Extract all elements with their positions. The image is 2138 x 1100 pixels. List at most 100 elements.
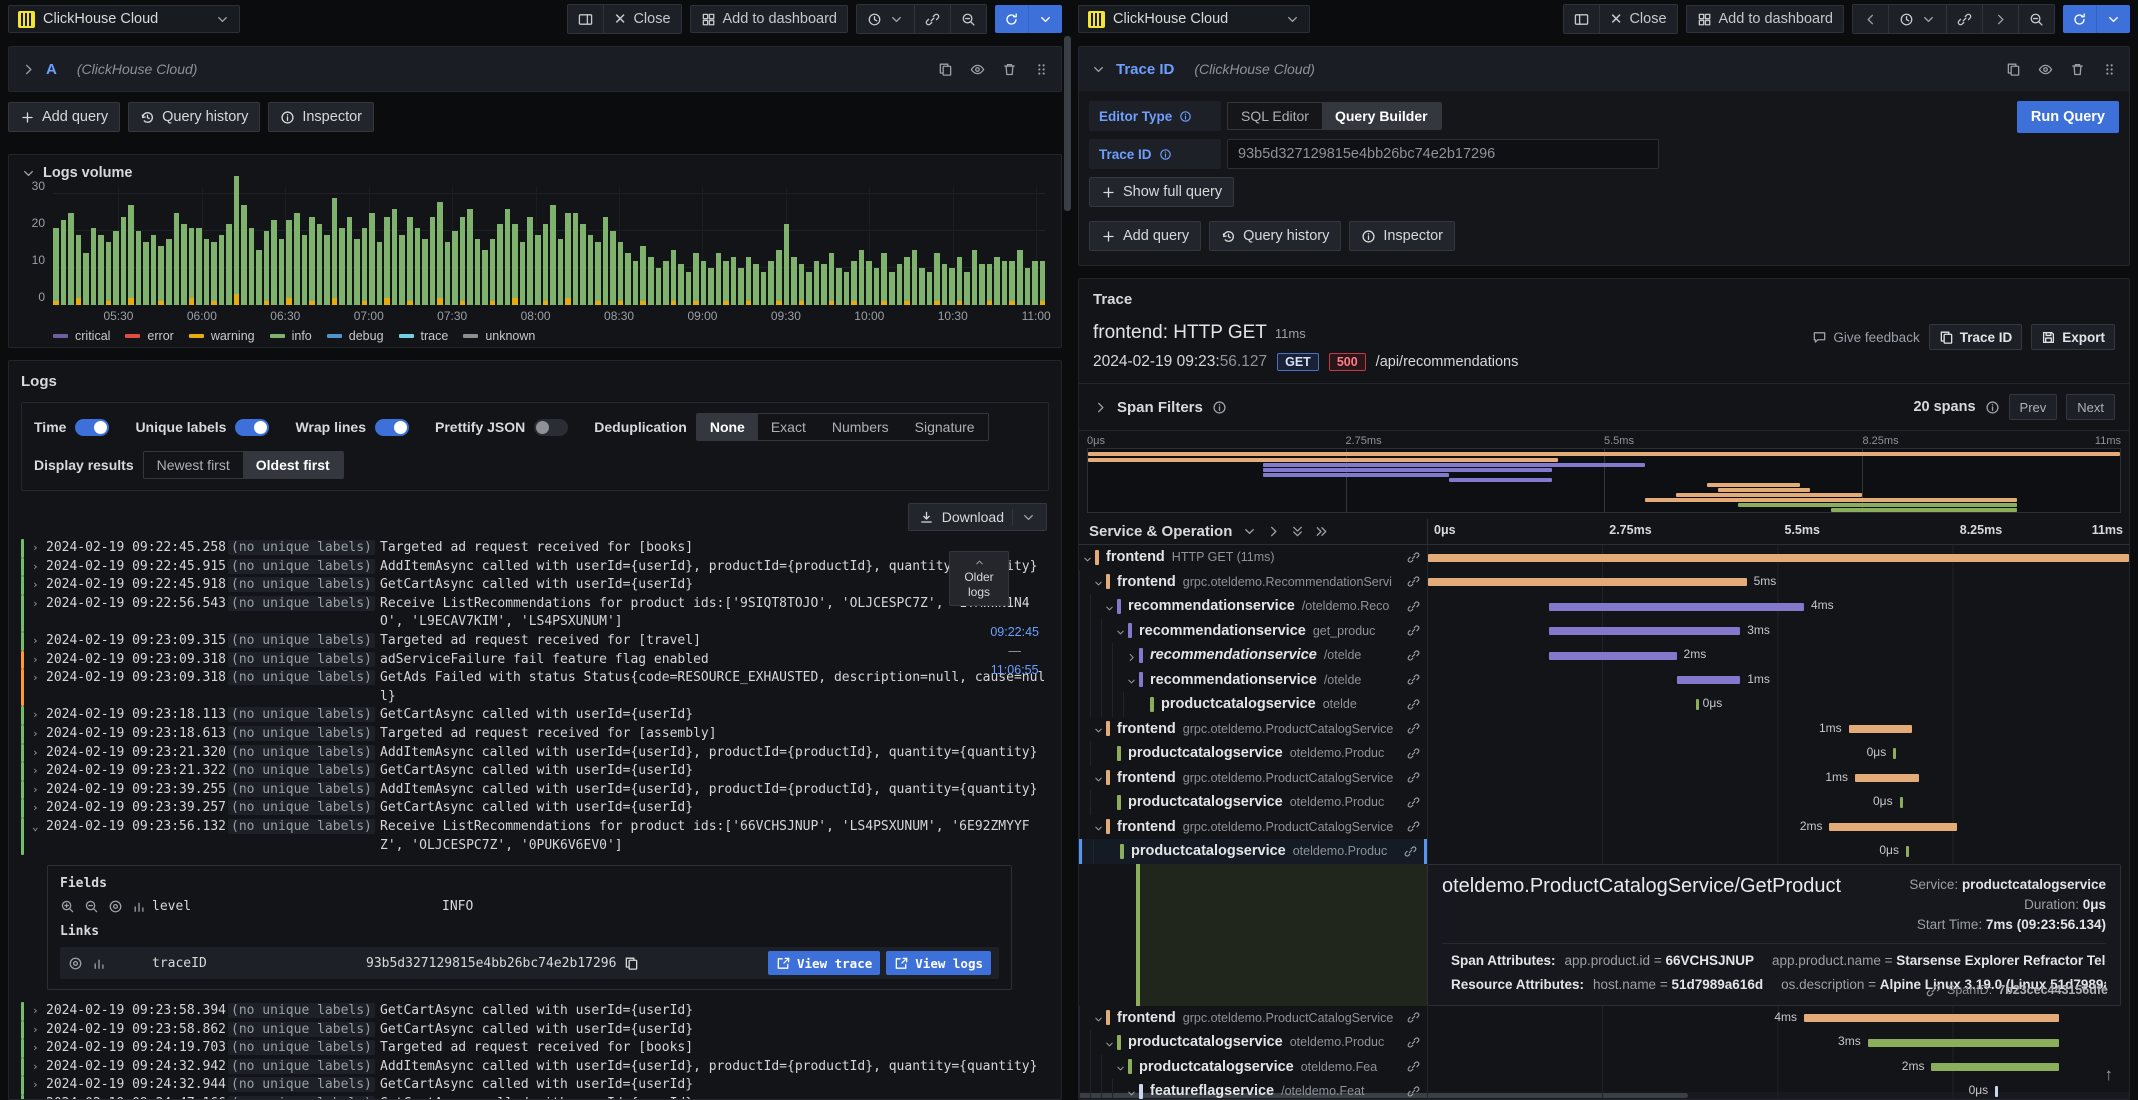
span-duration-bar[interactable] [1695,699,1699,710]
legend-item-unknown[interactable]: unknown [463,329,535,343]
collapse-query-icon[interactable] [1091,62,1106,77]
log-row[interactable]: › 2024-02-19 09:22:56.543 (no unique label… [21,594,1049,632]
log-row[interactable]: › 2024-02-19 09:24:32.944 (no unique label… [21,1076,1049,1096]
span-timeline-cell[interactable]: 0μs [1427,741,2129,766]
span-link-icon[interactable] [1407,796,1427,809]
log-expand-icon[interactable]: › [32,1076,46,1095]
view-logs-button[interactable]: View logs [886,951,991,976]
drag-handle-icon[interactable] [2102,62,2117,77]
span-duration-bar[interactable] [1829,823,1957,831]
span-name-cell[interactable]: productcatalogservice otelde [1079,692,1427,717]
collapse-span-icon[interactable] [1104,601,1115,612]
span-duration-bar[interactable] [1905,846,1909,857]
export-button[interactable]: Export [2031,324,2115,350]
log-expand-icon[interactable]: ⌄ [32,818,46,855]
log-row[interactable]: › 2024-02-19 09:22:45.915 (no unique label… [21,557,1049,577]
collapse-span-icon[interactable] [1093,772,1104,783]
span-timeline-cell[interactable] [1427,545,2129,570]
span-duration-bar[interactable] [1676,676,1741,684]
target-icon[interactable] [68,956,83,971]
info-icon[interactable] [1212,400,1227,415]
duplicate-query-icon[interactable] [2006,62,2021,77]
legend-item-warning[interactable]: warning [188,329,255,343]
view-trace-button[interactable]: View trace [768,951,881,976]
collapse-span-icon[interactable] [1104,1037,1115,1048]
log-expand-icon[interactable]: › [32,558,46,577]
search-minus-icon[interactable] [84,899,99,914]
editor-option-query-builder[interactable]: Query Builder [1321,103,1441,129]
span-expander[interactable] [1090,723,1106,734]
log-expand-icon[interactable]: › [32,744,46,763]
add-to-dashboard-button[interactable]: Add to dashboard [1685,5,1844,33]
span-duration-bar[interactable] [1428,553,2129,562]
log-row[interactable]: › 2024-02-19 09:23:09.315 (no unique label… [21,631,1049,651]
log-expand-icon[interactable]: › [32,1058,46,1077]
span-timeline-cell[interactable]: 3ms [1427,1030,2129,1055]
span-link-icon[interactable] [1407,551,1427,564]
span-name-cell[interactable]: productcatalogservice oteldemo.Produc [1079,790,1427,815]
order-option-oldest-first[interactable]: Oldest first [242,452,343,478]
span-link-icon[interactable] [1407,698,1427,711]
copy-trace-id-button[interactable]: Trace ID [1928,324,2023,350]
give-feedback-button[interactable]: Give feedback [1812,324,1920,350]
collapse-span-icon[interactable] [1093,723,1104,734]
pane-scrollbar[interactable] [1064,36,1071,211]
query-row-a[interactable]: A (ClickHouse Cloud) [9,47,1061,91]
span-link-icon[interactable] [1407,1036,1427,1049]
span-duration-bar[interactable] [1931,1063,2059,1071]
span-expander[interactable] [1079,552,1095,563]
dedup-option-exact[interactable]: Exact [758,414,819,440]
datasource-picker[interactable]: ClickHouse Cloud [8,5,240,33]
span-name-cell[interactable]: frontend grpc.oteldemo.ProductCatalogServ… [1079,1005,1427,1030]
legend-item-info[interactable]: info [269,329,312,343]
log-expand-icon[interactable]: › [32,539,46,558]
chart-icon[interactable] [92,956,107,971]
query-history-button[interactable]: Query history [128,102,261,132]
log-expand-icon[interactable]: › [32,651,46,670]
permalink-button[interactable] [914,5,950,33]
span-name-cell[interactable]: frontend HTTP GET (11ms) [1079,545,1427,570]
collapse-span-icon[interactable] [1082,552,1093,563]
span-duration-bar[interactable] [1848,725,1913,733]
info-icon[interactable] [1985,400,2000,415]
collapse-span-icon[interactable] [1115,625,1126,636]
close-split-button[interactable]: ✕ Close [602,5,681,33]
log-row[interactable]: ›2024-02-19 09:24:47.166(no unique label… [21,1095,1049,1099]
next-span-button[interactable]: Next [2066,394,2115,420]
expand-span-icon[interactable] [1126,650,1137,661]
dedup-option-none[interactable]: None [696,414,758,440]
refresh-interval-dropdown[interactable] [2096,5,2130,33]
log-expand-icon[interactable]: › [32,762,46,781]
span-expander[interactable] [1090,576,1106,587]
log-expand-icon[interactable]: › [32,781,46,800]
collapse-span-icon[interactable] [1093,821,1104,832]
run-query-button[interactable]: Run Query [2016,101,2119,133]
log-row[interactable]: › 2024-02-19 09:22:45.258 (no unique label… [21,539,1049,558]
span-expander[interactable] [1090,821,1106,832]
add-query-button[interactable]: Add query [1089,221,1202,251]
span-name-cell[interactable]: frontend grpc.oteldemo.RecommendationServ… [1079,569,1427,594]
span-name-cell[interactable]: productcatalogservice oteldemo.Produc [1079,741,1427,766]
permalink-button[interactable] [1946,5,1982,33]
span-timeline-cell[interactable]: 0μs [1427,790,2129,815]
trace-minimap[interactable]: 0μs 2.75ms 5.5ms 8.25ms 11ms [1087,435,2121,513]
editor-option-sql-editor[interactable]: SQL Editor [1228,103,1322,129]
expand-one-icon[interactable] [1266,524,1281,539]
prev-span-button[interactable]: Prev [2008,394,2058,420]
span-name-cell[interactable]: featureflagservice/oteldemo.Feat [1079,1079,1427,1099]
span-link-icon[interactable] [1407,1060,1427,1073]
split-pane-button[interactable] [1563,5,1599,33]
span-link-icon[interactable] [1407,649,1427,662]
span-link-icon[interactable] [1404,845,1424,858]
span-expander[interactable] [1112,1061,1128,1072]
log-row[interactable]: ⌄ 2024-02-19 09:23:56.132 (no unique label… [21,817,1049,856]
toggle-switch[interactable] [534,418,569,436]
log-expand-icon[interactable]: › [32,1021,46,1040]
log-row[interactable]: › 2024-02-19 09:23:21.322 (no unique label… [21,762,1049,781]
copy-icon[interactable] [624,956,639,971]
span-expander[interactable] [1123,1086,1139,1097]
span-duration-bar[interactable] [1854,774,1919,782]
span-timeline-cell[interactable]: 0μs [1427,1079,2129,1099]
log-expand-icon[interactable]: › [32,576,46,595]
span-filters-toggle[interactable]: Span Filters [1093,399,1227,416]
